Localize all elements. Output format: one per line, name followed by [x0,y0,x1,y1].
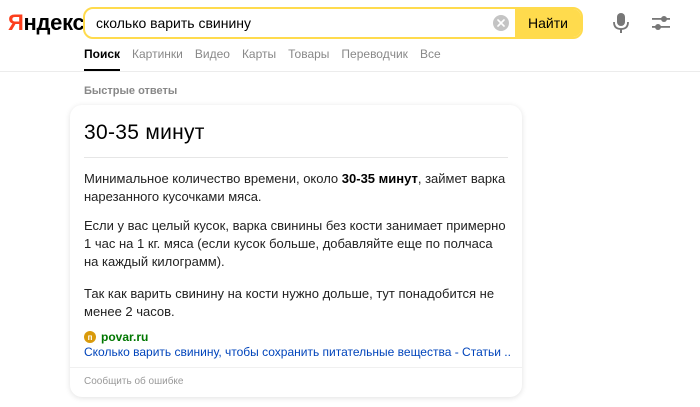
tab-translator[interactable]: Переводчик [341,47,408,71]
source-article-link[interactable]: Сколько варить свинину, чтобы сохранить … [84,345,512,359]
quick-answers-title: Быстрые ответы [84,85,178,97]
povar-favicon-icon: п [84,331,96,343]
source-line: п povar.ru [84,329,148,345]
paragraph1-pre: Минимальное количество времени, около [84,171,342,186]
tab-images[interactable]: Картинки [132,47,183,71]
clear-x-glyph [497,19,505,27]
paragraph1-bold: 30-35 минут [341,171,418,186]
tab-all[interactable]: Все [420,47,441,71]
search-button[interactable]: Найти [515,9,581,37]
tab-search[interactable]: Поиск [84,47,121,71]
report-error-link[interactable]: Сообщить об ошибке [84,376,183,387]
quick-answer-card: 30-35 минут Минимальное количество време… [70,105,522,397]
header: Яндекс Найти Поиск Картинки Видео Карты … [0,0,700,72]
yandex-logo[interactable]: Яндекс [8,10,85,36]
answer-paragraph-1: Минимальное количество времени, около 30… [84,170,508,206]
divider [84,157,508,158]
settings-sliders-icon[interactable] [651,14,671,32]
clear-icon[interactable] [493,15,509,31]
microphone-icon[interactable] [612,12,630,34]
answer-paragraph-2: Если у вас целый кусок, варка свинины бе… [84,218,506,269]
search-box: Найти [83,7,583,39]
card-footer-divider [70,367,522,368]
source-domain-link[interactable]: povar.ru [101,330,148,344]
tab-products[interactable]: Товары [288,47,329,71]
logo-rest: ндекс [23,10,85,35]
tab-maps[interactable]: Карты [242,47,276,71]
answer-paragraph-3: Так как варить свинину на кости нужно до… [84,286,495,319]
tab-video[interactable]: Видео [195,47,230,71]
logo-first-letter: Я [8,10,24,35]
search-input[interactable] [85,9,517,37]
search-tabs: Поиск Картинки Видео Карты Товары Перево… [84,47,453,71]
answer-title: 30-35 минут [84,121,205,144]
